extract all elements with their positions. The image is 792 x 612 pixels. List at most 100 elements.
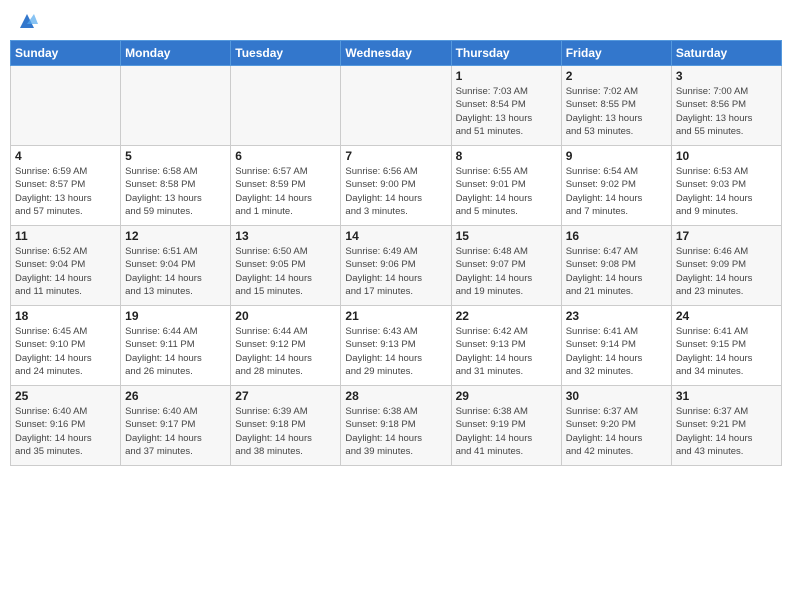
- calendar-cell: 23 Sunrise: 6:41 AM Sunset: 9:14 PM Dayli…: [561, 306, 671, 386]
- day-number: 31: [676, 389, 777, 403]
- day-number: 8: [456, 149, 557, 163]
- logo-icon: [16, 10, 38, 32]
- day-info: Sunrise: 6:42 AM Sunset: 9:13 PM Dayligh…: [456, 325, 557, 378]
- calendar-cell: 22 Sunrise: 6:42 AM Sunset: 9:13 PM Dayli…: [451, 306, 561, 386]
- calendar-cell: 19 Sunrise: 6:44 AM Sunset: 9:11 PM Dayli…: [121, 306, 231, 386]
- day-info: Sunrise: 7:03 AM Sunset: 8:54 PM Dayligh…: [456, 85, 557, 138]
- day-number: 12: [125, 229, 226, 243]
- calendar-cell: [121, 66, 231, 146]
- day-of-week-header: Wednesday: [341, 41, 451, 66]
- calendar-cell: 2 Sunrise: 7:02 AM Sunset: 8:55 PM Daylig…: [561, 66, 671, 146]
- day-info: Sunrise: 6:38 AM Sunset: 9:19 PM Dayligh…: [456, 405, 557, 458]
- day-of-week-header: Tuesday: [231, 41, 341, 66]
- day-info: Sunrise: 6:56 AM Sunset: 9:00 PM Dayligh…: [345, 165, 446, 218]
- calendar-cell: 28Sunrise: 6:38 AM Sunset: 9:18 PM Dayli…: [341, 386, 451, 466]
- calendar-cell: 27 Sunrise: 6:39 AM Sunset: 9:18 PM Dayli…: [231, 386, 341, 466]
- day-info: Sunrise: 6:58 AM Sunset: 8:58 PM Dayligh…: [125, 165, 226, 218]
- calendar-cell: [231, 66, 341, 146]
- day-info: Sunrise: 6:52 AM Sunset: 9:04 PM Dayligh…: [15, 245, 116, 298]
- day-number: 22: [456, 309, 557, 323]
- day-info: Sunrise: 6:51 AM Sunset: 9:04 PM Dayligh…: [125, 245, 226, 298]
- day-info: Sunrise: 6:59 AM Sunset: 8:57 PM Dayligh…: [15, 165, 116, 218]
- calendar-cell: 31Sunrise: 6:37 AM Sunset: 9:21 PM Dayli…: [671, 386, 781, 466]
- calendar-cell: 18 Sunrise: 6:45 AM Sunset: 9:10 PM Dayli…: [11, 306, 121, 386]
- day-info: Sunrise: 6:44 AM Sunset: 9:12 PM Dayligh…: [235, 325, 336, 378]
- calendar-cell: 21 Sunrise: 6:43 AM Sunset: 9:13 PM Dayli…: [341, 306, 451, 386]
- day-info: Sunrise: 7:00 AM Sunset: 8:56 PM Dayligh…: [676, 85, 777, 138]
- day-number: 19: [125, 309, 226, 323]
- day-info: Sunrise: 6:45 AM Sunset: 9:10 PM Dayligh…: [15, 325, 116, 378]
- calendar-week-row: 4 Sunrise: 6:59 AM Sunset: 8:57 PM Daylig…: [11, 146, 782, 226]
- day-number: 17: [676, 229, 777, 243]
- calendar-cell: 11 Sunrise: 6:52 AM Sunset: 9:04 PM Dayli…: [11, 226, 121, 306]
- day-number: 30: [566, 389, 667, 403]
- calendar-cell: 10 Sunrise: 6:53 AM Sunset: 9:03 PM Dayli…: [671, 146, 781, 226]
- calendar-cell: 24 Sunrise: 6:41 AM Sunset: 9:15 PM Dayli…: [671, 306, 781, 386]
- day-number: 4: [15, 149, 116, 163]
- calendar-cell: 4 Sunrise: 6:59 AM Sunset: 8:57 PM Daylig…: [11, 146, 121, 226]
- calendar-cell: 9 Sunrise: 6:54 AM Sunset: 9:02 PM Daylig…: [561, 146, 671, 226]
- day-number: 18: [15, 309, 116, 323]
- calendar-week-row: 1 Sunrise: 7:03 AM Sunset: 8:54 PM Daylig…: [11, 66, 782, 146]
- calendar-table: SundayMondayTuesdayWednesdayThursdayFrid…: [10, 40, 782, 466]
- day-number: 13: [235, 229, 336, 243]
- day-number: 26: [125, 389, 226, 403]
- day-number: 24: [676, 309, 777, 323]
- day-info: Sunrise: 6:55 AM Sunset: 9:01 PM Dayligh…: [456, 165, 557, 218]
- calendar-cell: 17Sunrise: 6:46 AM Sunset: 9:09 PM Dayli…: [671, 226, 781, 306]
- calendar-cell: 8 Sunrise: 6:55 AM Sunset: 9:01 PM Daylig…: [451, 146, 561, 226]
- calendar-cell: 5Sunrise: 6:58 AM Sunset: 8:58 PM Daylig…: [121, 146, 231, 226]
- calendar-cell: 20Sunrise: 6:44 AM Sunset: 9:12 PM Dayli…: [231, 306, 341, 386]
- calendar-cell: 26 Sunrise: 6:40 AM Sunset: 9:17 PM Dayli…: [121, 386, 231, 466]
- calendar-cell: 12 Sunrise: 6:51 AM Sunset: 9:04 PM Dayli…: [121, 226, 231, 306]
- calendar-week-row: 11 Sunrise: 6:52 AM Sunset: 9:04 PM Dayli…: [11, 226, 782, 306]
- day-of-week-header: Thursday: [451, 41, 561, 66]
- calendar-week-row: 25Sunrise: 6:40 AM Sunset: 9:16 PM Dayli…: [11, 386, 782, 466]
- day-number: 9: [566, 149, 667, 163]
- day-info: Sunrise: 6:53 AM Sunset: 9:03 PM Dayligh…: [676, 165, 777, 218]
- day-info: Sunrise: 6:41 AM Sunset: 9:14 PM Dayligh…: [566, 325, 667, 378]
- calendar-cell: 29 Sunrise: 6:38 AM Sunset: 9:19 PM Dayli…: [451, 386, 561, 466]
- day-info: Sunrise: 6:50 AM Sunset: 9:05 PM Dayligh…: [235, 245, 336, 298]
- day-number: 23: [566, 309, 667, 323]
- calendar-cell: 16Sunrise: 6:47 AM Sunset: 9:08 PM Dayli…: [561, 226, 671, 306]
- day-of-week-header: Friday: [561, 41, 671, 66]
- day-number: 6: [235, 149, 336, 163]
- day-info: Sunrise: 6:44 AM Sunset: 9:11 PM Dayligh…: [125, 325, 226, 378]
- day-number: 15: [456, 229, 557, 243]
- day-info: Sunrise: 6:40 AM Sunset: 9:16 PM Dayligh…: [15, 405, 116, 458]
- day-info: Sunrise: 6:54 AM Sunset: 9:02 PM Dayligh…: [566, 165, 667, 218]
- day-number: 1: [456, 69, 557, 83]
- calendar-cell: 25Sunrise: 6:40 AM Sunset: 9:16 PM Dayli…: [11, 386, 121, 466]
- day-info: Sunrise: 6:41 AM Sunset: 9:15 PM Dayligh…: [676, 325, 777, 378]
- day-number: 2: [566, 69, 667, 83]
- day-info: Sunrise: 6:49 AM Sunset: 9:06 PM Dayligh…: [345, 245, 446, 298]
- day-number: 7: [345, 149, 446, 163]
- calendar-cell: 30 Sunrise: 6:37 AM Sunset: 9:20 PM Dayli…: [561, 386, 671, 466]
- day-number: 27: [235, 389, 336, 403]
- calendar-cell: 1 Sunrise: 7:03 AM Sunset: 8:54 PM Daylig…: [451, 66, 561, 146]
- day-info: Sunrise: 6:39 AM Sunset: 9:18 PM Dayligh…: [235, 405, 336, 458]
- calendar-cell: 3 Sunrise: 7:00 AM Sunset: 8:56 PM Daylig…: [671, 66, 781, 146]
- day-number: 10: [676, 149, 777, 163]
- calendar-cell: 7 Sunrise: 6:56 AM Sunset: 9:00 PM Daylig…: [341, 146, 451, 226]
- day-number: 3: [676, 69, 777, 83]
- day-number: 16: [566, 229, 667, 243]
- day-info: Sunrise: 6:43 AM Sunset: 9:13 PM Dayligh…: [345, 325, 446, 378]
- calendar-cell: [341, 66, 451, 146]
- calendar-header-row: SundayMondayTuesdayWednesdayThursdayFrid…: [11, 41, 782, 66]
- day-info: Sunrise: 6:48 AM Sunset: 9:07 PM Dayligh…: [456, 245, 557, 298]
- day-info: Sunrise: 6:38 AM Sunset: 9:18 PM Dayligh…: [345, 405, 446, 458]
- day-number: 14: [345, 229, 446, 243]
- day-number: 29: [456, 389, 557, 403]
- calendar-cell: 6Sunrise: 6:57 AM Sunset: 8:59 PM Daylig…: [231, 146, 341, 226]
- calendar-week-row: 18 Sunrise: 6:45 AM Sunset: 9:10 PM Dayli…: [11, 306, 782, 386]
- day-number: 21: [345, 309, 446, 323]
- day-number: 11: [15, 229, 116, 243]
- day-info: Sunrise: 7:02 AM Sunset: 8:55 PM Dayligh…: [566, 85, 667, 138]
- logo: [14, 10, 38, 32]
- calendar-cell: 13 Sunrise: 6:50 AM Sunset: 9:05 PM Dayli…: [231, 226, 341, 306]
- day-info: Sunrise: 6:37 AM Sunset: 9:20 PM Dayligh…: [566, 405, 667, 458]
- page-header: [10, 10, 782, 32]
- day-info: Sunrise: 6:40 AM Sunset: 9:17 PM Dayligh…: [125, 405, 226, 458]
